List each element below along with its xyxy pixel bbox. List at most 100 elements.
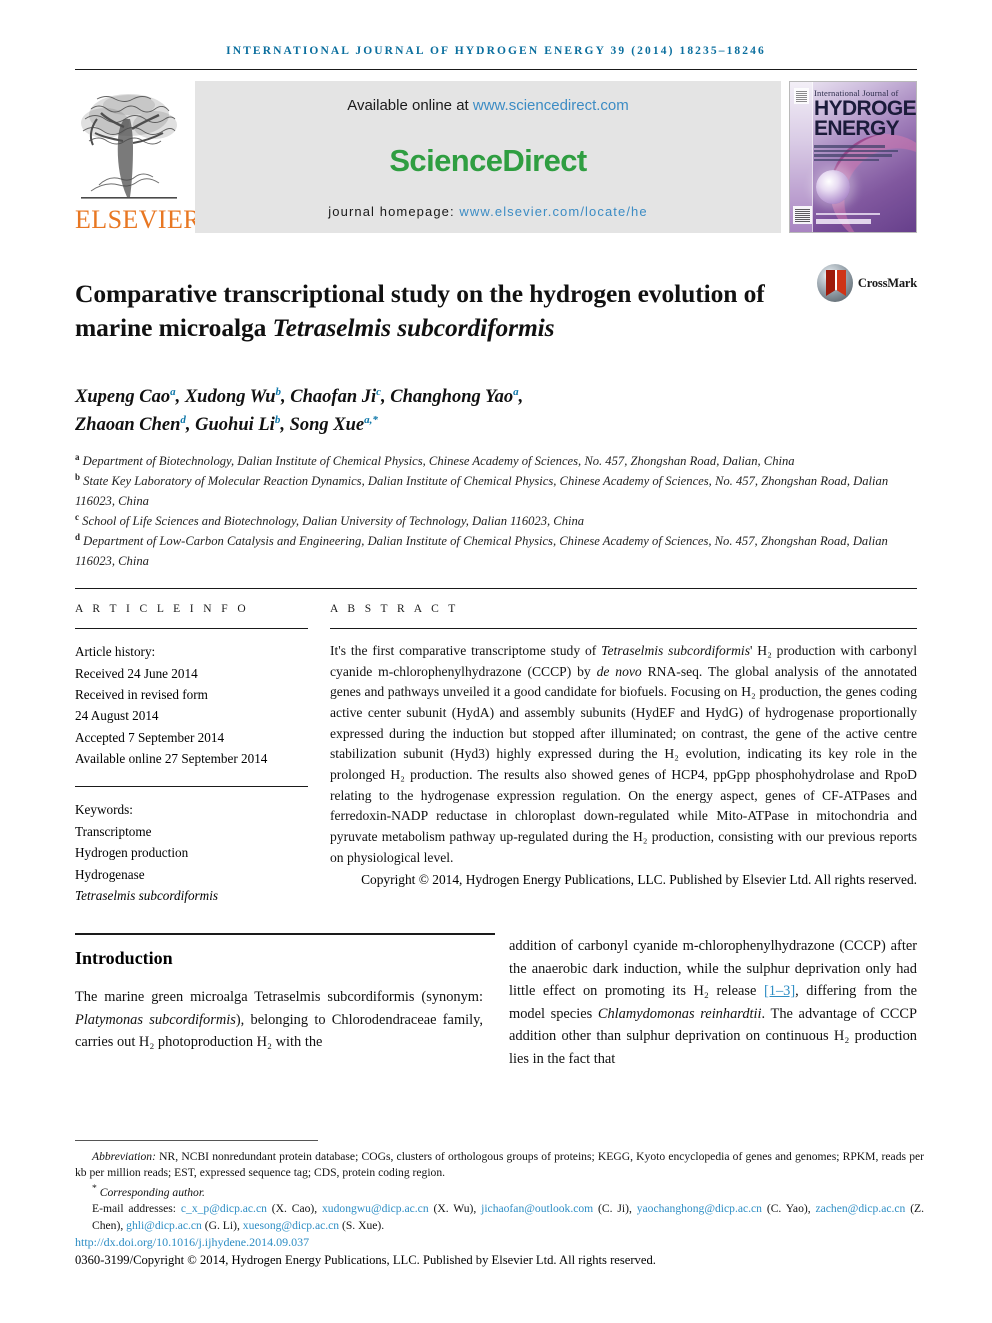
introduction-paragraph-left: The marine green microalga Tetraselmis s…: [75, 986, 483, 1053]
cover-ihe-icon: [793, 206, 812, 224]
affiliation-text: School of Life Sciences and Biotechnolog…: [82, 514, 585, 529]
author-name: Xupeng Cao: [75, 387, 171, 408]
journal-homepage-link[interactable]: www.elsevier.com/locate/he: [459, 204, 647, 219]
author-name: Changhong Yao: [390, 387, 514, 408]
keyword-item: Hydrogenase: [75, 866, 145, 882]
issn-copyright-line: 0360-3199/Copyright © 2014, Hydrogen Ene…: [75, 1253, 656, 1268]
affiliation-marker: b: [75, 472, 81, 483]
author-affil-marker: c: [376, 385, 382, 398]
author-affil-marker: a: [513, 385, 519, 398]
affiliation-item: a Department of Biotechnology, Dalian In…: [75, 451, 917, 471]
crossmark-badge[interactable]: CrossMark: [817, 264, 917, 302]
intro-right-italic: Chlamydomonas reinhardtii: [597, 1005, 762, 1022]
keywords-divider: [75, 786, 308, 788]
abbreviation-note: Abbreviation: NR, NCBI nonredundant prot…: [75, 1149, 924, 1182]
keyword-item: Hydrogen production: [75, 845, 189, 861]
author-affil-marker: b: [275, 385, 282, 398]
history-item: Received 24 June 2014: [75, 665, 198, 681]
intro-left-italic: Platymonas subcordiformis: [75, 1011, 236, 1028]
email-link[interactable]: zachen@dicp.ac.cn: [815, 1202, 905, 1215]
affiliation-text: Department of Low-Carbon Catalysis and E…: [75, 534, 888, 568]
cover-line-3: ENERGY: [814, 117, 900, 141]
body-left-column: Introduction The marine green microalga …: [75, 935, 483, 1070]
history-item: 24 August 2014: [75, 708, 159, 724]
cover-line-2: HYDROGEN: [814, 97, 916, 120]
crossmark-icon: [817, 264, 853, 302]
footnote-block: Abbreviation: NR, NCBI nonredundant prot…: [75, 1140, 924, 1268]
author-name: Chaofan Ji: [290, 387, 377, 408]
author-name: Zhaoan Chen: [75, 415, 181, 436]
intro-left-seg-1: The marine green microalga Tetraselmis s…: [75, 989, 483, 1006]
author-affil-marker: b: [274, 413, 281, 426]
author-name: Song Xue: [289, 415, 365, 436]
abstract-seg-1: It's the first comparative transcriptome…: [330, 643, 602, 659]
cover-sciencedirect-strip: [816, 213, 910, 224]
affiliation-list: a Department of Biotechnology, Dalian In…: [75, 451, 917, 571]
affiliation-marker: c: [75, 511, 79, 522]
email-owner: (X. Wu): [433, 1202, 474, 1216]
article-info-divider: [75, 628, 308, 630]
elsevier-wordmark: ELSEVIER: [75, 205, 201, 234]
author-name: Guohui Li: [195, 415, 275, 436]
author-affil-marker: a,*: [364, 413, 378, 426]
keyword-item: Tetraselmis subcordiformis: [75, 887, 219, 903]
email-owner: (C. Yao): [766, 1202, 808, 1216]
title-species: Tetraselmis subcordiformis: [272, 312, 555, 342]
available-online-prefix: Available online at: [347, 97, 473, 114]
sciencedirect-panel: Available online at www.sciencedirect.co…: [195, 81, 781, 233]
abbreviation-text: NR, NCBI nonredundant protein database; …: [75, 1150, 924, 1180]
email-link[interactable]: jichaofan@outlook.com: [481, 1202, 593, 1215]
affiliation-item: d Department of Low-Carbon Catalysis and…: [75, 531, 917, 571]
doi-link[interactable]: http://dx.doi.org/10.1016/j.ijhydene.201…: [75, 1235, 309, 1249]
abbreviation-label: Abbreviation:: [92, 1150, 156, 1163]
introduction-heading: Introduction: [75, 948, 173, 969]
introduction-paragraph-right: addition of carbonyl cyanide m-chlorophe…: [509, 935, 917, 1070]
article-info-heading: A R T I C L E I N F O: [75, 603, 250, 616]
abstract-text: It's the first comparative transcriptome…: [330, 641, 917, 868]
email-link[interactable]: c_x_p@dicp.ac.cn: [181, 1202, 267, 1215]
affiliation-item: c School of Life Sciences and Biotechnol…: [75, 511, 917, 531]
body-right-column: addition of carbonyl cyanide m-chlorophe…: [509, 935, 917, 1070]
journal-cover-thumbnail: International Journal of HYDROGEN ENERGY: [789, 81, 917, 233]
author-affil-marker: d: [180, 413, 186, 426]
footnote-divider: [75, 1140, 318, 1141]
header-divider: [75, 69, 917, 70]
history-item: Accepted 7 September 2014: [75, 729, 225, 745]
affiliation-text: State Key Laboratory of Molecular Reacti…: [75, 474, 889, 508]
elsevier-tree-icon: [81, 94, 177, 199]
corresponding-author-label: Corresponding author.: [99, 1185, 205, 1199]
sciencedirect-link[interactable]: www.sciencedirect.com: [473, 97, 629, 114]
elsevier-logo: ELSEVIER: [75, 81, 201, 234]
abstract-copyright: Copyright © 2014, Hydrogen Energy Public…: [361, 872, 917, 888]
author-affil-marker: a: [170, 385, 176, 398]
email-note: E-mail addresses: c_x_p@dicp.ac.cn (X. C…: [92, 1202, 925, 1232]
keywords-block: Keywords: Transcriptome Hydrogen product…: [75, 799, 308, 906]
article-history: Article history: Received 24 June 2014 R…: [75, 641, 308, 769]
abstract-divider: [330, 628, 917, 630]
email-owner: (G. Li): [204, 1218, 237, 1232]
history-item: Received in revised form: [75, 686, 208, 702]
author-name: Xudong Wu: [184, 387, 276, 408]
journal-homepage-line: journal homepage: www.elsevier.com/locat…: [328, 204, 647, 219]
crossmark-label: CrossMark: [857, 275, 917, 290]
masthead: ELSEVIER Available online at www.science…: [75, 81, 917, 233]
running-head: International Journal of Hydrogen Energy…: [226, 45, 766, 57]
abstract-heading: A B S T R A C T: [330, 603, 459, 616]
email-link[interactable]: xuesong@dicp.ac.cn: [243, 1219, 339, 1232]
affiliation-marker: a: [75, 451, 80, 462]
doi-line: http://dx.doi.org/10.1016/j.ijhydene.201…: [75, 1235, 924, 1250]
email-link[interactable]: xudongwu@dicp.ac.cn: [322, 1202, 429, 1215]
corresponding-author-note: * Corresponding author.: [75, 1182, 924, 1201]
email-link[interactable]: yaochanghong@dicp.ac.cn: [637, 1202, 762, 1215]
citation-link[interactable]: [1–3]: [764, 983, 795, 999]
cover-title-block: International Journal of HYDROGEN ENERGY: [814, 88, 916, 228]
history-item: Available online 27 September 2014: [75, 751, 268, 766]
cover-elsevier-icon: [794, 88, 809, 104]
affiliation-text: Department of Biotechnology, Dalian Inst…: [82, 453, 795, 468]
asterisk-marker: *: [92, 1182, 97, 1194]
email-link[interactable]: ghli@dicp.ac.cn: [126, 1219, 202, 1232]
abstract-species-1: Tetraselmis subcordiformis: [601, 643, 750, 659]
email-owner: (S. Xue): [341, 1218, 382, 1232]
affiliation-item: b State Key Laboratory of Molecular Reac…: [75, 471, 917, 511]
email-owner: (C. Ji): [598, 1202, 629, 1216]
